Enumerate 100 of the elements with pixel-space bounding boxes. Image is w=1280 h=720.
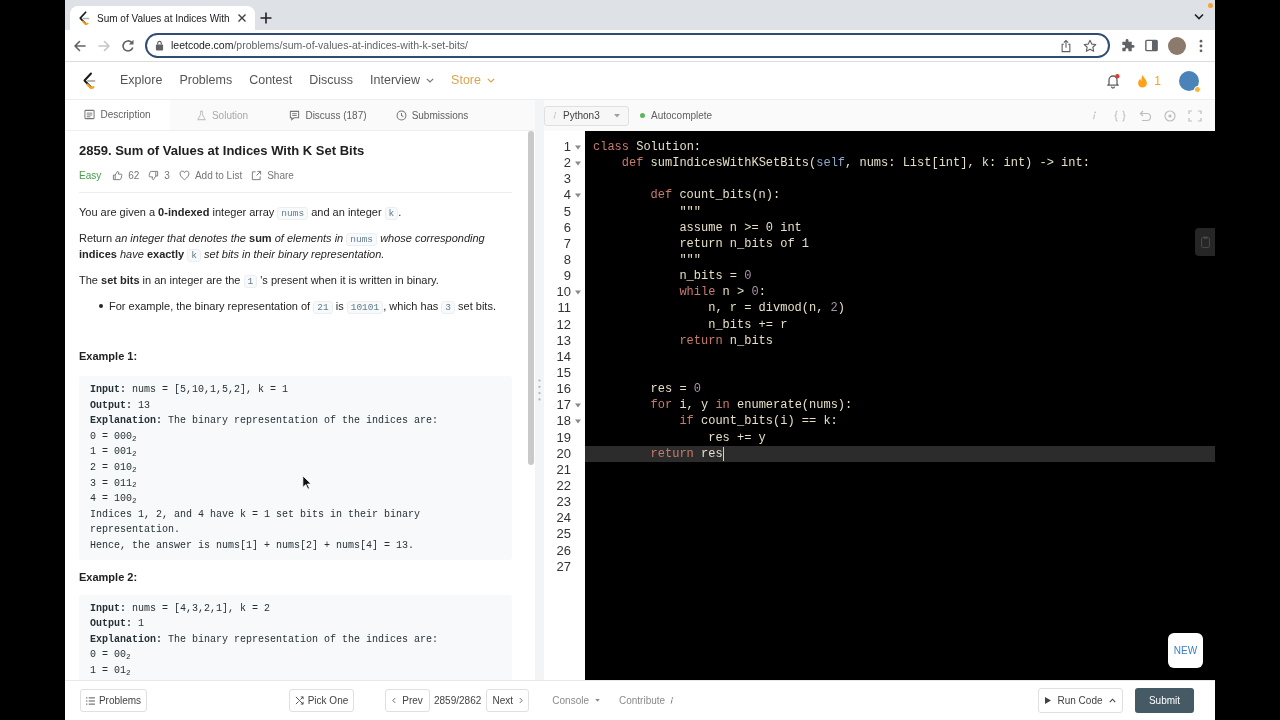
line-number: 3 (563, 171, 571, 188)
line-number: 26 (556, 542, 571, 559)
line-number: 9 (563, 268, 571, 285)
code-line: return res (650, 445, 723, 462)
bullet-text: For example, the binary representation of 21 is 10101 , which has 3 set bits. (109, 299, 496, 314)
language-select[interactable]: Python3 (544, 105, 629, 126)
clipboard-icon (1200, 236, 1210, 248)
code-line: """ (679, 203, 701, 220)
comment-icon (289, 109, 301, 121)
problems-button[interactable]: Problems (80, 689, 147, 712)
code-line: while n > 0: (679, 284, 766, 301)
line-number: 13 (556, 332, 571, 349)
tab[interactable]: Discuss (187) (274, 100, 382, 130)
fold-arrow-icon[interactable] (575, 193, 581, 198)
example-line: Input: nums = [4,3,2,1], k = 2 (90, 601, 271, 616)
new-tab-icon[interactable] (260, 12, 272, 24)
run-code-button[interactable]: Run Code (1038, 688, 1123, 713)
example-line: 1 = 01$_{2}$ (90, 663, 131, 679)
code-line: assume n >= 0 int (679, 219, 802, 236)
undo-icon[interactable] (1138, 109, 1152, 122)
fold-arrow-icon[interactable] (575, 402, 581, 408)
line-number: 8 (563, 252, 571, 269)
share-button[interactable]: Share (251, 167, 294, 183)
prev-button[interactable]: Prev (385, 689, 430, 712)
example-line: Explanation: The binary representation of the indices are: (90, 632, 439, 647)
browser-tab[interactable]: Sum of Values at Indices With (70, 6, 255, 30)
autocomplete-toggle[interactable]: Autocomplete (640, 108, 713, 123)
caret-down-icon (614, 113, 620, 118)
more-menu-icon[interactable] (1199, 38, 1203, 53)
line-number: 4 (563, 187, 571, 204)
like-button[interactable]: 62 (112, 167, 140, 183)
share-icon[interactable] (1060, 38, 1072, 53)
streak-count: 1 (1154, 72, 1161, 90)
line-number: 11 (557, 300, 571, 317)
profile-avatar[interactable] (1179, 70, 1199, 91)
contribute-button[interactable]: Contribute (619, 693, 675, 708)
thumbs-up-icon (112, 169, 124, 181)
problem-title: 2859. Sum of Values at Indices With K Set Bits (79, 142, 366, 160)
line-number: 21 (556, 461, 571, 478)
nav-link[interactable]: Problems (179, 71, 233, 90)
line-number: 2 (563, 155, 571, 172)
tab[interactable]: Submissions (382, 100, 482, 130)
code-line: def sumIndicesWithKSetBits(self, nums: List[int], k: int) -> int: (621, 155, 1090, 172)
code-line: n, r = divmod(n, 2) (708, 300, 845, 317)
add-to-list-button[interactable]: Add to List (178, 167, 243, 183)
dislike-button[interactable]: 3 (148, 167, 170, 183)
nav-link[interactable]: Contest (249, 71, 293, 90)
reload-icon[interactable] (120, 37, 136, 54)
fold-arrow-icon[interactable] (575, 289, 581, 295)
notification-bell-icon[interactable] (1105, 72, 1122, 89)
line-number: 22 (556, 478, 571, 494)
line-number: 10 (556, 284, 571, 301)
line-number: 15 (556, 365, 571, 382)
code-line: def count_bits(n): (650, 187, 781, 204)
example-line: Hence, the answer is nums[1] + nums[2] + nums[4] = 13. (90, 538, 415, 553)
tab[interactable]: Description (65, 100, 170, 130)
example-line: 2 = 010$_{2}$ (90, 460, 137, 476)
code-line: n_bits = 0 (679, 268, 752, 285)
nav-link[interactable]: Interview (370, 71, 435, 90)
address-bar[interactable]: leetcode.com/problems/sum-of-values-at-indices-with-k-set-bits/ (145, 33, 1110, 58)
new-feature-button[interactable]: NEW (1168, 633, 1203, 668)
example-line: Explanation: The binary representation of the indices are: (90, 414, 439, 429)
site-logo[interactable] (82, 71, 96, 90)
profile-avatar[interactable] (1168, 36, 1186, 55)
scrollbar-thumb[interactable] (528, 131, 534, 465)
code-line: for i, y in enumerate(nums): (650, 397, 853, 414)
submit-button[interactable]: Submit (1135, 688, 1194, 713)
line-number: 20 (556, 445, 571, 462)
pick-one-button[interactable]: Pick One (289, 689, 354, 712)
tab: Solution (170, 100, 274, 130)
share-icon (251, 169, 263, 181)
line-number: 18 (556, 413, 571, 430)
console-button[interactable]: Console (552, 693, 600, 708)
problem-counter: 2859/2862 (434, 694, 482, 708)
fold-arrow-icon[interactable] (575, 144, 581, 150)
code-line: n_bits += r (708, 316, 788, 333)
fold-arrow-icon[interactable] (575, 160, 581, 166)
site-favicon (78, 10, 90, 26)
info-icon (552, 111, 557, 120)
puzzle-piece-icon[interactable] (1120, 38, 1135, 53)
example-line: 4 = 100$_{2}$ (90, 492, 137, 507)
star-icon[interactable] (1083, 38, 1097, 53)
next-button[interactable]: Next (486, 689, 530, 712)
close-icon[interactable] (236, 13, 247, 23)
line-number: 7 (563, 235, 571, 252)
nav-link[interactable]: Discuss (309, 71, 354, 90)
sidebar-icon[interactable] (1144, 38, 1159, 53)
text-cursor-icon (722, 446, 724, 461)
example-line: Output: 13 (90, 398, 151, 413)
side-panel-button[interactable] (1195, 228, 1215, 256)
line-number: 19 (556, 429, 571, 446)
nav-link[interactable]: Explore (120, 71, 163, 90)
line-number: 25 (556, 526, 571, 543)
fold-arrow-icon[interactable] (575, 418, 581, 424)
chevron-down-icon[interactable] (1193, 13, 1205, 21)
flame-icon (1137, 73, 1149, 88)
code-line: return n_bits of 1 (679, 235, 809, 252)
code-line: res += y (708, 429, 766, 446)
circle-dot-icon[interactable] (1163, 109, 1177, 122)
code-line: class Solution: (593, 139, 702, 156)
